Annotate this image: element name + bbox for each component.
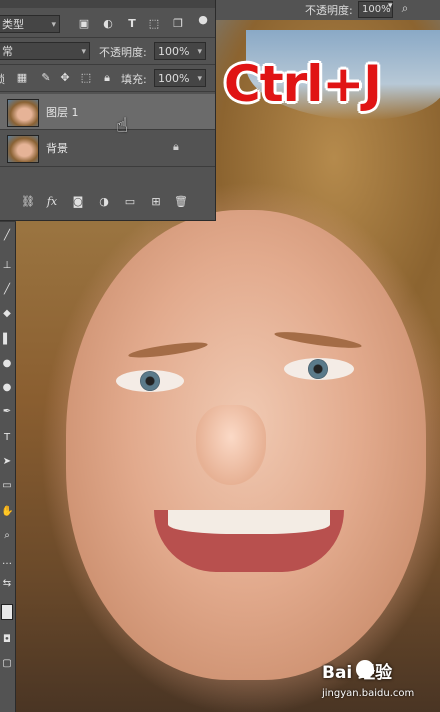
new-layer-icon[interactable]: ⊞: [148, 194, 164, 210]
stamp-tool-icon[interactable]: ⊥: [1, 260, 13, 272]
quick-mask-icon[interactable]: ◘: [1, 634, 13, 646]
filter-kind-value: 类型: [2, 18, 24, 31]
search-icon[interactable]: ⌕: [398, 1, 412, 16]
layers-panel: 类型 ▾ ▣ ◐ T ⬚ ❐ ● 常 ▾ 不透明度: 100% ▾ 锁 ▦ ✎ …: [0, 0, 216, 221]
pen-tool-icon[interactable]: ✒: [1, 406, 13, 418]
blend-mode-select[interactable]: 常 ▾: [0, 42, 90, 60]
nose: [196, 405, 266, 485]
opacity-label: 不透明度:: [99, 46, 147, 59]
screen-mode-icon[interactable]: ▢: [1, 658, 13, 670]
lock-artboard-icon[interactable]: ⬚: [78, 70, 94, 86]
brush-tool-icon[interactable]: ╱: [1, 230, 13, 242]
opacity-value: 100%: [158, 45, 190, 58]
adjustment-icon[interactable]: ◑: [96, 194, 112, 210]
filter-toggle-icon[interactable]: ●: [195, 12, 211, 28]
layer-filter-row: 类型 ▾ ▣ ◐ T ⬚ ❐ ●: [0, 12, 215, 36]
type-tool-icon[interactable]: T: [1, 432, 13, 444]
folder-icon[interactable]: ▭: [122, 194, 138, 210]
filter-kind-select[interactable]: 类型 ▾: [0, 15, 60, 33]
paw-logo-icon: [356, 660, 374, 678]
layer-row-background[interactable]: 背景 🔒︎: [0, 130, 215, 165]
layer-thumbnail: [7, 135, 39, 163]
shape-filter-icon[interactable]: ⬚: [146, 16, 162, 32]
lock-row: 锁 ▦ ✎ ✥ ⬚ 🔒︎ 填充: 100% ▾: [0, 67, 215, 89]
lock-pixels-icon[interactable]: ✎: [38, 70, 54, 86]
chevron-down-icon[interactable]: ▾: [388, 1, 398, 16]
lock-label: 锁: [0, 71, 5, 87]
blend-mode-value: 常: [2, 45, 13, 58]
baidu-watermark: Bai 经验 jingyan.baidu.com: [322, 658, 434, 708]
chevron-down-icon: ▾: [81, 47, 86, 57]
fill-input[interactable]: 100% ▾: [154, 69, 206, 87]
trash-icon[interactable]: 🗑︎: [173, 194, 189, 210]
link-icon[interactable]: ⛓: [20, 194, 36, 210]
panel-tab-strip: [0, 0, 215, 8]
blend-row: 常 ▾ 不透明度: 100% ▾: [0, 40, 215, 62]
divider: [0, 64, 215, 65]
type-filter-icon[interactable]: T: [124, 16, 140, 32]
foreground-color-swatch[interactable]: [1, 604, 13, 620]
history-brush-icon[interactable]: ╱: [1, 284, 13, 296]
smart-object-filter-icon[interactable]: ❐: [170, 16, 186, 32]
lock-all-icon[interactable]: 🔒︎: [99, 70, 115, 86]
chevron-down-icon: ▾: [197, 74, 202, 84]
layer-thumbnail: [7, 99, 39, 127]
hand-tool-icon[interactable]: ✋: [1, 506, 13, 518]
pixel-filter-icon[interactable]: ▣: [76, 16, 92, 32]
lock-position-icon[interactable]: ✥: [57, 70, 73, 86]
divider: [0, 37, 215, 38]
fill-label: 填充:: [121, 73, 147, 86]
blur-tool-icon[interactable]: ●: [1, 358, 13, 370]
fx-icon[interactable]: fx: [44, 194, 60, 210]
shape-tool-icon[interactable]: ▭: [1, 480, 13, 492]
chevron-down-icon: ▾: [51, 20, 56, 30]
mask-icon[interactable]: ◙: [70, 194, 86, 210]
gradient-tool-icon[interactable]: ▌: [1, 334, 13, 346]
layers-footer: ⛓ fx ◙ ◑ ▭ ⊞ 🗑︎: [0, 194, 215, 212]
fill-value: 100%: [158, 72, 190, 85]
hand-cursor-icon: ☝: [116, 113, 129, 137]
more-tools-icon[interactable]: …: [1, 556, 13, 568]
eraser-tool-icon[interactable]: ◆: [1, 308, 13, 320]
shortcut-annotation: Ctrl+J: [224, 55, 382, 113]
right-eye: [284, 358, 354, 380]
left-eye: [116, 370, 184, 392]
adjustment-filter-icon[interactable]: ◐: [100, 16, 116, 32]
swap-colors-icon[interactable]: ⇆: [1, 578, 13, 590]
path-select-icon[interactable]: ➤: [1, 456, 13, 468]
zoom-tool-icon[interactable]: ⌕: [1, 530, 13, 542]
lock-transparency-icon[interactable]: ▦: [14, 70, 30, 86]
lock-icon: 🔒︎: [173, 140, 179, 153]
divider: [0, 91, 215, 92]
divider: [0, 166, 215, 167]
top-opacity-label: 不透明度:: [305, 4, 353, 17]
layer-name: 背景: [46, 142, 68, 155]
layer-row-layer1[interactable]: 图层 1: [0, 94, 215, 129]
dodge-tool-icon[interactable]: ●: [1, 382, 13, 394]
tools-bar: ╱ ⊥ ╱ ◆ ▌ ● ● ✒ T ➤ ▭ ✋ ⌕ … ⇆ ◘ ▢: [0, 222, 16, 712]
chevron-down-icon: ▾: [197, 47, 202, 57]
watermark-url: jingyan.baidu.com: [322, 688, 415, 699]
opacity-input[interactable]: 100% ▾: [154, 42, 206, 60]
layer-name: 图层 1: [46, 106, 79, 119]
